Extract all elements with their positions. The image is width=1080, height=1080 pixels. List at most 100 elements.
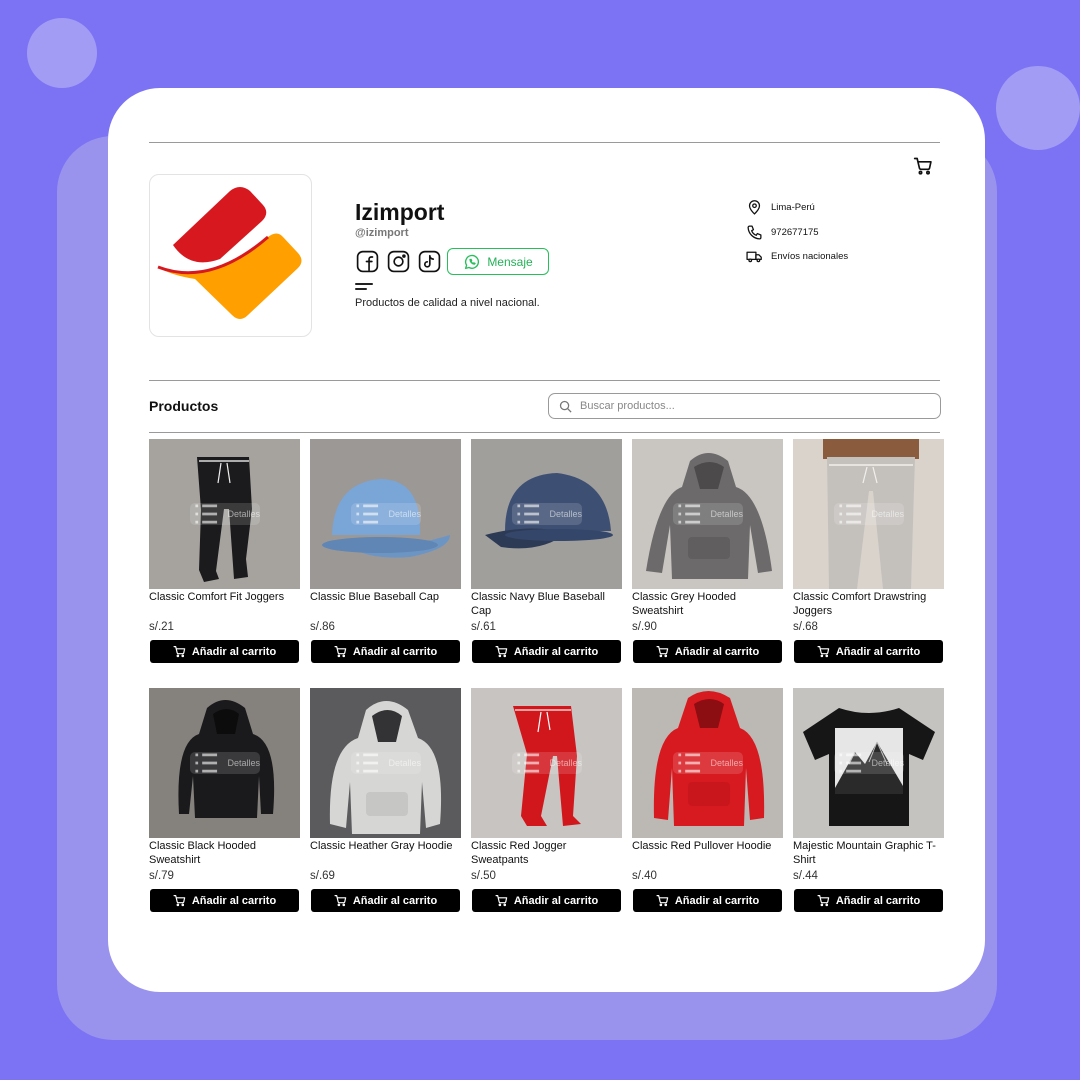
product-card[interactable]: Detalles Classic Black Hooded Sweatshirt s…	[149, 688, 300, 937]
details-label: Detalles	[549, 758, 582, 768]
phone-info: 972677175	[746, 224, 819, 241]
details-button[interactable]: Detalles	[834, 752, 904, 774]
cart-icon	[173, 646, 186, 658]
divider	[149, 142, 940, 143]
product-name[interactable]: Majestic Mountain Graphic T-Shirt	[793, 840, 944, 867]
details-button[interactable]: Detalles	[512, 503, 582, 525]
tiktok-icon[interactable]	[417, 249, 442, 274]
cart-icon	[495, 895, 508, 907]
product-price: s/.21	[149, 621, 174, 633]
divider	[149, 432, 940, 433]
product-card[interactable]: Detalles Classic Navy Blue Baseball Cap s/…	[471, 439, 622, 688]
details-button[interactable]: Detalles	[351, 752, 421, 774]
product-name[interactable]: Classic Red Jogger Sweatpants	[471, 840, 622, 867]
facebook-icon[interactable]	[355, 249, 380, 274]
product-card[interactable]: Detalles Classic Red Jogger Sweatpants s/.…	[471, 688, 622, 937]
add-to-cart-button[interactable]: Añadir al carrito	[472, 889, 621, 912]
details-button[interactable]: Detalles	[834, 503, 904, 525]
details-button[interactable]: Detalles	[351, 503, 421, 525]
product-name[interactable]: Classic Comfort Drawstring Joggers	[793, 591, 944, 618]
cart-icon	[656, 895, 669, 907]
add-to-cart-label: Añadir al carrito	[513, 894, 599, 907]
product-image[interactable]: Detalles	[471, 688, 622, 838]
product-row: Detalles Classic Comfort Fit Joggers s/.21…	[149, 439, 944, 688]
list-icon	[356, 504, 379, 524]
details-label: Detalles	[710, 758, 743, 768]
store-description: Productos de calidad a nivel nacional.	[355, 297, 540, 309]
details-label: Detalles	[227, 509, 260, 519]
add-to-cart-button[interactable]: Añadir al carrito	[311, 640, 460, 663]
whatsapp-icon	[465, 254, 480, 269]
product-name[interactable]: Classic Navy Blue Baseball Cap	[471, 591, 622, 618]
message-button[interactable]: Mensaje	[447, 248, 549, 275]
store-name: Izimport	[355, 199, 445, 225]
list-icon	[517, 753, 540, 773]
product-image[interactable]: Detalles	[793, 688, 944, 838]
details-button[interactable]: Detalles	[673, 752, 743, 774]
cart-icon	[817, 895, 830, 907]
details-button[interactable]: Detalles	[190, 503, 260, 525]
search-input[interactable]	[580, 400, 910, 412]
add-to-cart-label: Añadir al carrito	[835, 645, 921, 658]
details-button[interactable]: Detalles	[190, 752, 260, 774]
product-image[interactable]: Detalles	[310, 688, 461, 838]
add-to-cart-button[interactable]: Añadir al carrito	[150, 640, 299, 663]
product-price: s/.90	[632, 621, 657, 633]
details-label: Detalles	[871, 509, 904, 519]
add-to-cart-button[interactable]: Añadir al carrito	[633, 889, 782, 912]
shipping-text: Envíos nacionales	[771, 251, 849, 262]
product-price: s/.61	[471, 621, 496, 633]
product-image[interactable]: Detalles	[471, 439, 622, 589]
product-image[interactable]: Detalles	[793, 439, 944, 589]
product-image[interactable]: Detalles	[632, 439, 783, 589]
product-search	[548, 393, 941, 419]
product-card[interactable]: Detalles Classic Comfort Drawstring Jogge…	[793, 439, 944, 688]
product-name[interactable]: Classic Heather Gray Hoodie	[310, 840, 461, 854]
product-name[interactable]: Classic Black Hooded Sweatshirt	[149, 840, 300, 867]
product-price: s/.86	[310, 621, 335, 633]
details-label: Detalles	[388, 509, 421, 519]
product-image[interactable]: Detalles	[149, 439, 300, 589]
product-card[interactable]: Detalles Classic Red Pullover Hoodie s/.40…	[632, 688, 783, 937]
product-card[interactable]: Detalles Classic Heather Gray Hoodie s/.69…	[310, 688, 461, 937]
cart-icon	[817, 646, 830, 658]
details-label: Detalles	[549, 509, 582, 519]
details-label: Detalles	[388, 758, 421, 768]
product-name[interactable]: Classic Grey Hooded Sweatshirt	[632, 591, 783, 618]
product-card[interactable]: Detalles Classic Grey Hooded Sweatshirt s/…	[632, 439, 783, 688]
phone-text: 972677175	[771, 227, 819, 238]
details-label: Detalles	[871, 758, 904, 768]
add-to-cart-button[interactable]: Añadir al carrito	[311, 889, 460, 912]
list-icon	[517, 504, 540, 524]
product-card[interactable]: Detalles Classic Comfort Fit Joggers s/.21…	[149, 439, 300, 688]
product-image[interactable]: Detalles	[310, 439, 461, 589]
instagram-icon[interactable]	[386, 249, 411, 274]
add-to-cart-button[interactable]: Añadir al carrito	[794, 889, 943, 912]
search-icon	[559, 400, 572, 413]
product-name[interactable]: Classic Blue Baseball Cap	[310, 591, 461, 605]
add-to-cart-button[interactable]: Añadir al carrito	[150, 889, 299, 912]
product-image[interactable]: Detalles	[632, 688, 783, 838]
truck-icon	[746, 251, 762, 263]
divider	[149, 380, 940, 381]
product-price: s/.69	[310, 870, 335, 882]
details-button[interactable]: Detalles	[673, 503, 743, 525]
decorative-circle	[996, 66, 1080, 150]
add-to-cart-button[interactable]: Añadir al carrito	[633, 640, 782, 663]
details-button[interactable]: Detalles	[512, 752, 582, 774]
phone-icon	[747, 225, 762, 240]
add-to-cart-button[interactable]: Añadir al carrito	[472, 640, 621, 663]
product-image[interactable]: Detalles	[149, 688, 300, 838]
add-to-cart-label: Añadir al carrito	[674, 894, 760, 907]
add-to-cart-label: Añadir al carrito	[352, 894, 438, 907]
location-text: Lima-Perú	[771, 202, 815, 213]
cart-icon[interactable]	[913, 156, 933, 176]
product-name[interactable]: Classic Red Pullover Hoodie	[632, 840, 783, 854]
shipping-info: Envíos nacionales	[746, 248, 848, 265]
store-card: Izimport @izimport Mensaje Productos de …	[108, 88, 985, 992]
list-icon	[678, 504, 701, 524]
product-card[interactable]: Detalles Majestic Mountain Graphic T-Shir…	[793, 688, 944, 937]
add-to-cart-button[interactable]: Añadir al carrito	[794, 640, 943, 663]
product-card[interactable]: Detalles Classic Blue Baseball Cap s/.86 Añ…	[310, 439, 461, 688]
product-name[interactable]: Classic Comfort Fit Joggers	[149, 591, 300, 605]
